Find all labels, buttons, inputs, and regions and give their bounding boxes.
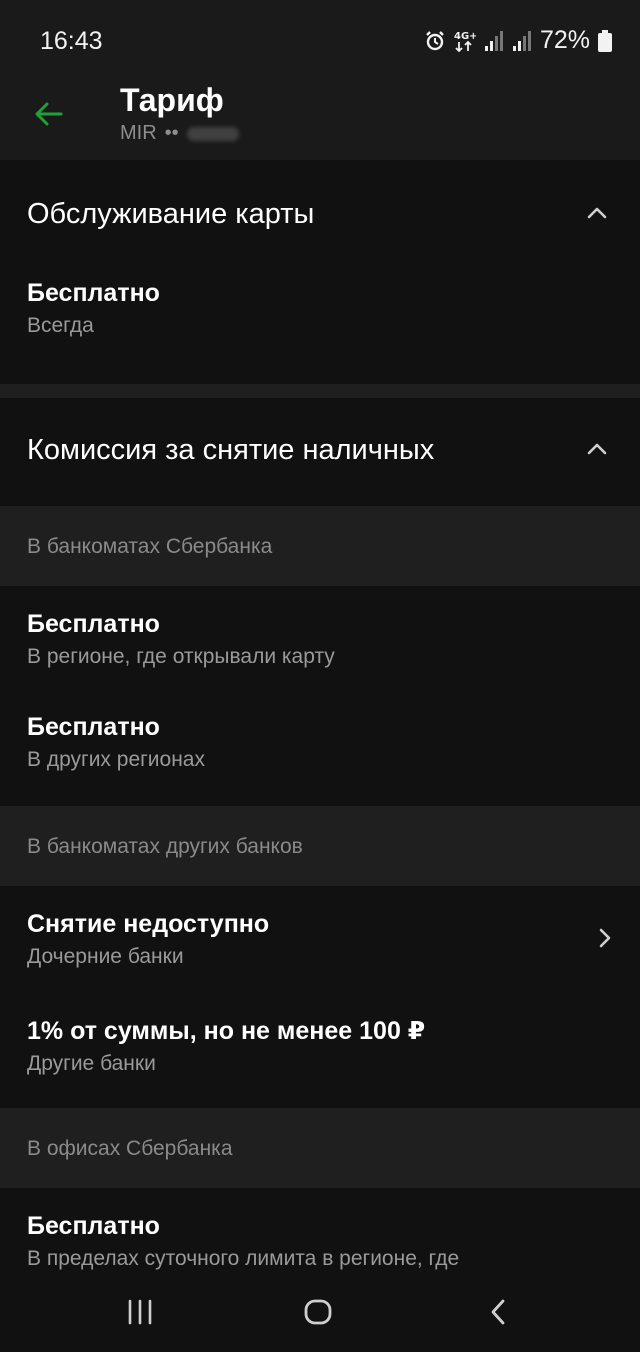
network-type-label: 4G+ — [454, 31, 476, 42]
group-label: В банкоматах Сбербанка — [27, 535, 273, 558]
network-4g-icon: 4G+ — [454, 29, 476, 53]
row-primary: Бесплатно — [27, 610, 160, 638]
recent-apps-icon[interactable] — [120, 1294, 160, 1330]
row-primary: Бесплатно — [27, 279, 160, 307]
group-label: В офисах Сбербанка — [27, 1137, 233, 1160]
status-bar: 16:43 4G+ 72% — [0, 0, 640, 80]
group-header: В офисах Сбербанка — [0, 1108, 640, 1188]
status-time: 16:43 — [40, 27, 103, 55]
row-primary: Снятие недоступно — [27, 910, 270, 938]
section-card-cash-withdrawal: Комиссия за снятие наличных В банкоматах… — [0, 398, 640, 1298]
row-primary: Бесплатно — [27, 713, 160, 741]
chevron-up-icon[interactable] — [584, 200, 610, 226]
signal-icon — [512, 30, 532, 52]
chevron-right-icon — [596, 926, 614, 950]
page-title: Тариф — [120, 82, 224, 118]
group-header: В банкоматах Сбербанка — [0, 506, 640, 586]
screen: 16:43 4G+ 72% Тариф MIR •• Обслуживание … — [0, 0, 640, 1352]
battery-percent: 72% — [539, 26, 590, 54]
back-button[interactable] — [22, 88, 74, 140]
section-title: Обслуживание карты — [27, 198, 315, 230]
battery-icon — [598, 29, 612, 52]
group-label: В банкоматах других банков — [27, 835, 303, 858]
back-icon[interactable] — [478, 1294, 518, 1330]
chevron-up-icon[interactable] — [584, 436, 610, 462]
row-secondary: В других регионах — [27, 748, 205, 771]
alarm-icon — [424, 30, 446, 52]
status-icons: 4G+ 72% — [424, 26, 612, 55]
section-header[interactable]: Комиссия за снятие наличных — [0, 398, 640, 506]
list-item: Бесплатно Всегда — [0, 266, 640, 384]
row-primary: Бесплатно — [27, 1212, 160, 1240]
row-secondary: Другие банки — [27, 1052, 156, 1075]
group-header: В банкоматах других банков — [0, 806, 640, 886]
row-secondary: В пределах суточного лимита в регионе, г… — [27, 1247, 460, 1270]
arrow-left-icon — [35, 102, 63, 126]
card-subtitle: MIR •• — [120, 122, 239, 145]
list-item-subsidiary-banks[interactable]: Снятие недоступно Дочерние банки — [0, 886, 640, 990]
row-secondary: Всегда — [27, 314, 94, 337]
section-divider — [0, 384, 640, 398]
signal-icon — [484, 30, 504, 52]
app-header: Тариф MIR •• — [0, 80, 640, 160]
home-icon[interactable] — [298, 1294, 338, 1330]
masked-card-number — [186, 126, 239, 141]
tariff-content: Обслуживание карты Бесплатно Всегда Коми… — [0, 160, 640, 1298]
section-header[interactable]: Обслуживание карты — [0, 160, 640, 266]
row-primary: 1% от суммы, но не менее 100 ₽ — [27, 1017, 426, 1045]
list-item: Бесплатно В регионе, где открывали карту — [0, 586, 640, 689]
card-system: MIR — [120, 122, 157, 144]
card-dots: •• — [164, 122, 179, 144]
row-secondary: В регионе, где открывали карту — [27, 645, 335, 668]
system-nav-bar — [0, 1272, 640, 1352]
list-item: Бесплатно В других регионах — [0, 689, 640, 806]
section-card-service: Обслуживание карты Бесплатно Всегда — [0, 160, 640, 384]
row-secondary: Дочерние банки — [27, 945, 184, 968]
list-item: 1% от суммы, но не менее 100 ₽ Другие ба… — [0, 990, 640, 1108]
section-title: Комиссия за снятие наличных — [27, 434, 435, 466]
